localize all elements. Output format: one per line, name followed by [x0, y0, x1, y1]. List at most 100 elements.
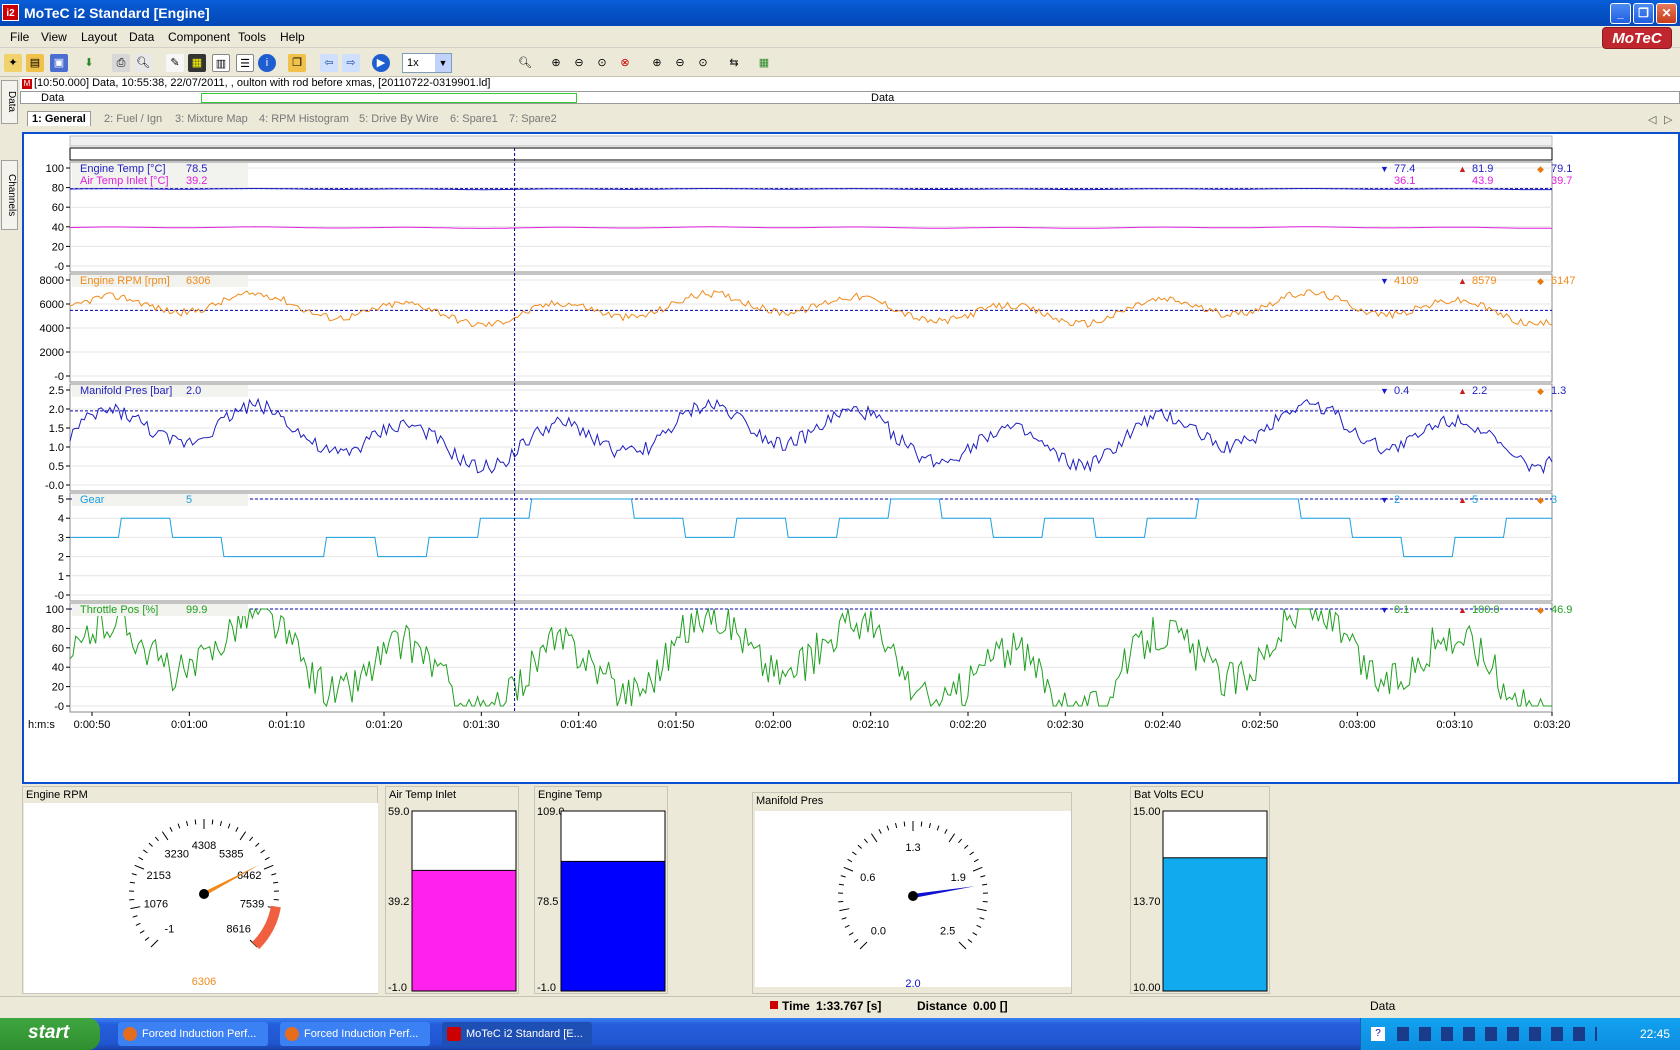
- range-selection[interactable]: [201, 93, 577, 103]
- horizontal-scrollbar: [69, 135, 1553, 147]
- zoom-reset-icon[interactable]: ⊗: [616, 54, 634, 72]
- forward-icon[interactable]: ⇨: [342, 54, 360, 72]
- time-graph-panel[interactable]: 100 80 60 40 20 -0 Engine Temp [°C] 78.5 ▼ 77.4 ▲ 8…: [22, 132, 1680, 784]
- minimize-button[interactable]: _: [1610, 3, 1631, 24]
- channel-name: Engine Temp [°C]: [80, 163, 166, 175]
- channel-min: 0.1: [1394, 604, 1409, 616]
- dial-tick: [260, 849, 265, 854]
- import-icon[interactable]: ⬇: [80, 54, 98, 72]
- dial-tick: [973, 858, 979, 863]
- min-icon: ▼: [1380, 605, 1389, 615]
- menu-data[interactable]: Data: [129, 30, 154, 44]
- print-icon[interactable]: ⎙: [112, 54, 130, 72]
- taskbar-item-firefox-2[interactable]: Forced Induction Perf...: [280, 1022, 430, 1046]
- menu-view[interactable]: View: [41, 30, 67, 44]
- back-icon[interactable]: ⇦: [320, 54, 338, 72]
- info-icon[interactable]: i: [258, 54, 276, 72]
- y-tick-label: 60: [52, 643, 64, 655]
- time-graph[interactable]: 100 80 60 40 20 -0 Engine Temp [°C] 78.5 ▼ 77.4 ▲ 8…: [24, 134, 1678, 782]
- y-tick-label: -0: [54, 261, 64, 273]
- y-tick-label: 1.5: [49, 423, 64, 435]
- dial-tick: [958, 941, 967, 950]
- save-icon[interactable]: ▣: [50, 54, 68, 72]
- zoom-in-icon[interactable]: ⊕: [547, 54, 565, 72]
- dial-tick: [263, 864, 274, 870]
- y-tick-label: 3: [58, 532, 64, 544]
- range-bar[interactable]: Data Data: [20, 91, 1680, 104]
- bar-min-label: -1.0: [537, 982, 556, 993]
- dial-label: -1: [164, 924, 174, 936]
- dial-tick: [148, 842, 153, 847]
- tab-spare2[interactable]: 7: Spare2: [509, 113, 557, 125]
- dial-tick: [857, 844, 862, 849]
- taskbar-item-firefox-1[interactable]: Forced Induction Perf...: [118, 1022, 268, 1046]
- tab-mixture-map[interactable]: 3: Mixture Map: [175, 113, 248, 125]
- tab-scroll-right-icon[interactable]: ▷: [1664, 113, 1672, 126]
- open-icon[interactable]: ▤: [26, 54, 44, 72]
- help-icon[interactable]: ?: [1371, 1027, 1385, 1041]
- dial-tick: [186, 820, 189, 827]
- taskbar-item-motec[interactable]: MoTeC i2 Standard [E...: [442, 1022, 592, 1046]
- zoom-select[interactable]: 1x ▼: [402, 53, 452, 73]
- app-icon: i2: [2, 4, 19, 21]
- dial-tick: [886, 825, 890, 831]
- time-tick-label: 0:01:50: [658, 719, 695, 731]
- dial-tick: [273, 881, 279, 884]
- menu-component[interactable]: Component: [168, 30, 230, 44]
- play-icon[interactable]: ▶: [372, 54, 390, 72]
- y-tick-label: 80: [52, 183, 64, 195]
- calculator-icon[interactable]: ▥: [212, 54, 230, 72]
- zoom-out-icon[interactable]: ⊖: [570, 54, 588, 72]
- close-button[interactable]: ✕: [1656, 3, 1677, 24]
- start-button[interactable]: start: [0, 1018, 100, 1050]
- tray-icons[interactable]: [1397, 1027, 1597, 1041]
- tab-channels-side[interactable]: Channels: [1, 160, 18, 230]
- restore-button[interactable]: ❐: [1633, 3, 1654, 24]
- new-icon[interactable]: ✦: [4, 54, 22, 72]
- avg-icon: ◆: [1537, 605, 1544, 615]
- zoom-x-fit-icon[interactable]: ⊙: [694, 54, 712, 72]
- menu-file[interactable]: File: [10, 30, 29, 44]
- y-tick-label: -0: [54, 371, 64, 383]
- tab-scroll-left-icon[interactable]: ◁: [1648, 113, 1656, 126]
- tab-spare1[interactable]: 6: Spare1: [450, 113, 498, 125]
- max-icon: ▲: [1458, 164, 1467, 174]
- time-tick-label: 0:02:10: [852, 719, 889, 731]
- tab-rpm-histogram[interactable]: 4: RPM Histogram: [259, 113, 349, 125]
- tab-drive-by-wire[interactable]: 5: Drive By Wire: [359, 113, 438, 125]
- find-icon[interactable]: 🔍︎: [516, 54, 534, 72]
- tab-general[interactable]: 1: General: [27, 111, 91, 126]
- print-preview-icon[interactable]: 🔍︎: [134, 54, 152, 72]
- dial-tick: [944, 828, 948, 834]
- dial-tick: [852, 851, 857, 856]
- y-tick-label: 80: [52, 623, 64, 635]
- redline-zone: [251, 905, 281, 950]
- channel-max: 43.9: [1472, 175, 1493, 187]
- table-icon[interactable]: ☰: [236, 54, 254, 72]
- max-icon: ▲: [1458, 605, 1467, 615]
- channel-trace: [69, 289, 1553, 328]
- firefox-icon: [123, 1027, 137, 1041]
- dial-tick: [235, 826, 239, 832]
- dial-label: 5385: [219, 848, 243, 860]
- menu-help[interactable]: Help: [280, 30, 305, 44]
- copy-icon[interactable]: ❐: [288, 54, 306, 72]
- zoom-fit-icon[interactable]: ⊙: [593, 54, 611, 72]
- dial-tick: [134, 864, 145, 870]
- dial-tick: [239, 831, 247, 841]
- zoom-x-in-icon[interactable]: ⊕: [648, 54, 666, 72]
- layout-icon[interactable]: ▦: [755, 54, 773, 72]
- film-icon[interactable]: ▦: [188, 54, 206, 72]
- tab-fuel-ign[interactable]: 2: Fuel / Ign: [104, 113, 162, 125]
- align-icon[interactable]: ⇆: [725, 54, 743, 72]
- dial-tick: [969, 851, 974, 856]
- edit-icon[interactable]: ✎: [166, 54, 184, 72]
- menu-tools[interactable]: Tools: [238, 30, 266, 44]
- tab-data-side[interactable]: Data: [1, 80, 18, 124]
- motec-icon: [447, 1027, 461, 1041]
- gauge-needle: [912, 886, 976, 898]
- dial-tick: [255, 842, 260, 847]
- menu-layout[interactable]: Layout: [81, 30, 117, 44]
- zoom-x-out-icon[interactable]: ⊖: [671, 54, 689, 72]
- graph-frame: [69, 602, 1553, 713]
